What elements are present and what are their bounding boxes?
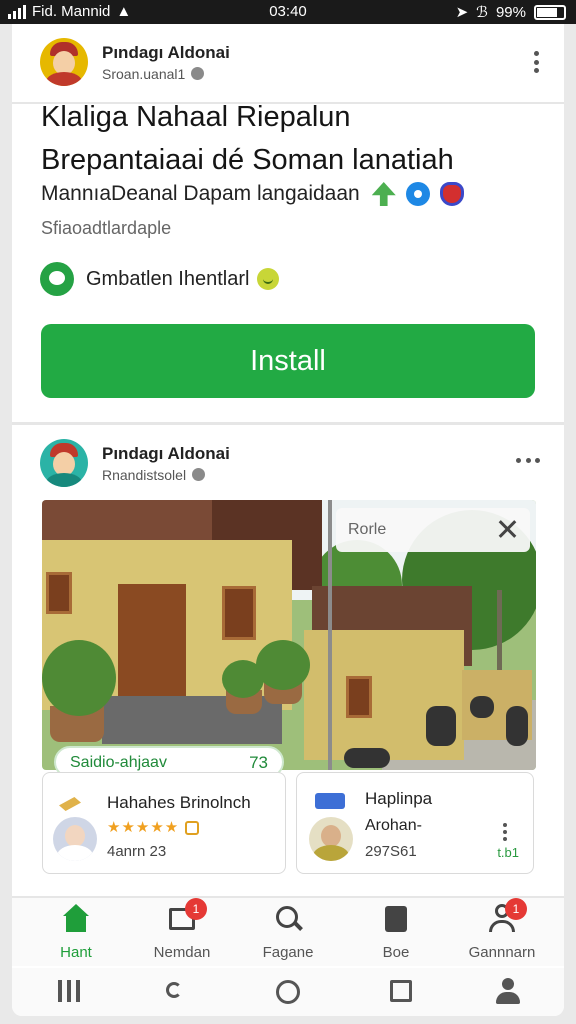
globe-icon xyxy=(191,67,205,80)
post1-author[interactable]: Pındagı Aldonai xyxy=(102,43,230,63)
location-icon: ➤ xyxy=(455,4,469,21)
product-card-1[interactable]: Hahahes Brinolnch ★★★★★ 4anrn 23 xyxy=(42,772,286,874)
rating-stars: ★★★★★ xyxy=(107,819,180,836)
status-bar: Fid. Mannid ▲ 03:40 ➤ ℬ 99% xyxy=(0,0,576,24)
headline-line-2: Brepantaiaai dé Soman lanatiah xyxy=(41,144,454,176)
post1-meta: Pındagı Aldonai Sroan.uanal1 xyxy=(102,43,230,82)
tag-number: 73 xyxy=(249,753,268,772)
card1-avatar xyxy=(53,817,97,861)
post2-author[interactable]: Pındagı Aldonai xyxy=(102,444,230,464)
search-icon xyxy=(273,904,303,934)
system-nav-bar xyxy=(12,968,564,1016)
battery-percent: 99% xyxy=(495,3,526,21)
card2-avatar xyxy=(309,817,353,861)
search-chip[interactable]: Rorle xyxy=(336,508,530,552)
post1-header: Pındagı Aldonai Sroan.uanal1 xyxy=(40,37,540,87)
smile-emoji-icon xyxy=(257,268,280,290)
close-icon[interactable] xyxy=(496,518,518,540)
post1-headline: Klaliga Nahaal Riepalun Brepantaiaai dé … xyxy=(41,96,541,182)
shield-emoji-icon xyxy=(439,182,464,206)
notification-badge: 1 xyxy=(185,898,207,920)
people-icon: 1 xyxy=(487,898,527,934)
post1-handle[interactable]: Sfiaoadtlardaple xyxy=(41,218,171,239)
description-text: MannıaDeanal Dapam langaidaan xyxy=(41,182,360,205)
bluetooth-icon: ℬ xyxy=(476,4,488,21)
post2-avatar[interactable] xyxy=(40,439,88,487)
tag-label: Saidio-ahjaav xyxy=(70,754,167,771)
whatsapp-label: Gmbatlen Ihentlarl xyxy=(86,267,250,290)
search-chip-label: Rorle xyxy=(348,521,387,538)
card2-subtitle: Arohan- xyxy=(365,817,422,834)
home-icon xyxy=(61,904,91,934)
whatsapp-link[interactable]: Gmbatlen Ihentlarl xyxy=(40,262,280,296)
overview-icon[interactable] xyxy=(388,978,416,1006)
install-button[interactable]: Install xyxy=(41,324,535,398)
gear-emoji-icon xyxy=(405,182,430,206)
ticket-icon xyxy=(315,793,345,809)
more-options-icon[interactable] xyxy=(516,458,540,464)
post1-avatar[interactable] xyxy=(40,38,88,86)
post2-subline: Rnandistsolel xyxy=(102,467,230,483)
emoji-group xyxy=(371,182,464,206)
status-right: ➤ ℬ 99% xyxy=(456,3,566,21)
post1-subline: Sroan.uanal1 xyxy=(102,66,230,82)
card1-meta: 4anrn 23 xyxy=(107,843,167,860)
post1-subline-text: Sroan.uanal1 xyxy=(102,65,186,82)
product-card-2[interactable]: Haplinpa Arohan- 297S61 t.b1 xyxy=(296,772,534,874)
divider xyxy=(12,422,564,425)
battery-icon xyxy=(534,4,566,20)
store-icon xyxy=(381,904,411,934)
card2-title: Haplinpa xyxy=(365,789,433,808)
nav-item-store[interactable]: Boe xyxy=(346,904,446,961)
bottom-nav: Hant 1 Nemdan Fagane Boe 1 Gannnarn xyxy=(12,896,564,966)
app-screen: Pındagı Aldonai Sroan.uanal1 Klaliga Nah… xyxy=(12,24,564,1016)
notification-badge: 1 xyxy=(505,898,527,920)
whatsapp-icon xyxy=(40,262,74,296)
post2-meta: Pındagı Aldonai Rnandistsolel xyxy=(102,444,230,483)
nav-item-news[interactable]: 1 Nemdan xyxy=(132,898,232,961)
nav-label: Fagane xyxy=(262,944,314,961)
thumbs-up-icon[interactable] xyxy=(185,821,199,835)
post1-description: MannıaDeanal Dapam langaidaan xyxy=(41,182,464,206)
globe-icon xyxy=(192,468,206,481)
back-icon[interactable] xyxy=(162,978,190,1006)
nav-label: Hant xyxy=(60,944,92,961)
recent-apps-icon[interactable] xyxy=(56,978,84,1006)
nav-item-search[interactable]: Fagane xyxy=(238,904,338,961)
more-options-icon[interactable] xyxy=(532,51,540,73)
home-button-icon[interactable] xyxy=(274,978,302,1006)
nav-item-home[interactable]: Hant xyxy=(26,904,126,961)
arrow-emoji-icon xyxy=(371,182,396,206)
tag-icon xyxy=(59,797,81,811)
news-icon: 1 xyxy=(167,898,207,934)
card1-title: Hahahes Brinolnch xyxy=(107,793,251,812)
post2-header: Pındagı Aldonai Rnandistsolel xyxy=(40,438,540,488)
account-icon[interactable] xyxy=(494,978,522,1006)
nav-label: Gannnarn xyxy=(468,944,536,961)
post2-subline-text: Rnandistsolel xyxy=(102,466,187,483)
card2-meta: 297S61 xyxy=(365,843,417,860)
nav-label: Nemdan xyxy=(153,944,211,961)
headline-line-1: Klaliga Nahaal Riepalun xyxy=(41,101,351,133)
card2-tag: t.b1 xyxy=(497,845,519,860)
more-options-icon[interactable] xyxy=(501,823,509,841)
nav-label: Boe xyxy=(382,944,410,961)
nav-item-people[interactable]: 1 Gannnarn xyxy=(452,898,552,961)
